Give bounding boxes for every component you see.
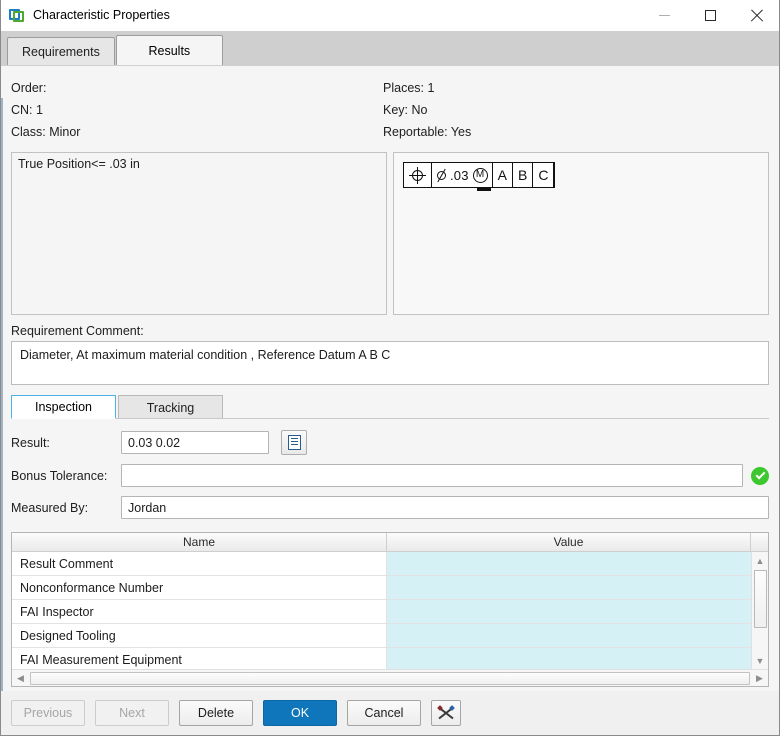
horizontal-scroll-thumb[interactable] xyxy=(30,672,750,685)
tab-inspection[interactable]: Inspection xyxy=(11,395,116,419)
row-value[interactable] xyxy=(387,624,751,647)
requirement-comment-text: Diameter, At maximum material condition … xyxy=(11,341,769,385)
datum-c: C xyxy=(533,163,554,187)
main-tabs: Requirements Results xyxy=(1,31,779,66)
meta-key: Key: No xyxy=(383,99,471,121)
window-title: Characteristic Properties xyxy=(33,8,641,22)
window-controls xyxy=(641,0,779,31)
row-name: FAI Measurement Equipment xyxy=(12,648,387,669)
tab-results[interactable]: Results xyxy=(116,35,223,65)
green-check-icon xyxy=(751,467,769,485)
tolerance-value: .03 xyxy=(450,168,469,183)
row-name: Designed Tooling xyxy=(12,624,387,647)
column-header-name[interactable]: Name xyxy=(12,533,387,551)
scroll-up-icon[interactable]: ▲ xyxy=(752,552,769,569)
meta-column-right: Places: 1 Key: No Reportable: Yes xyxy=(383,77,471,143)
mmc-underline xyxy=(477,188,491,191)
table-row[interactable]: Designed Tooling xyxy=(12,624,751,648)
grid-horizontal-scrollbar[interactable]: ◀ ▶ xyxy=(12,669,768,686)
feature-control-frame: .03 M A B C xyxy=(403,162,555,188)
meta-reportable: Reportable: Yes xyxy=(383,121,471,143)
requirement-row: True Position<= .03 in .03 M A B C xyxy=(11,152,769,315)
meta-class: Class: Minor xyxy=(11,121,383,143)
panel-left-edge xyxy=(1,98,3,691)
row-name: Result Comment xyxy=(12,552,387,575)
row-value[interactable] xyxy=(387,552,751,575)
gdt-preview-box: .03 M A B C xyxy=(393,152,769,315)
grid-header: Name Value xyxy=(12,533,768,552)
measured-by-input[interactable]: Jordan xyxy=(121,496,769,519)
minimize-icon xyxy=(659,15,670,16)
result-label: Result: xyxy=(11,436,121,450)
delete-button[interactable]: Delete xyxy=(179,700,253,726)
cancel-button[interactable]: Cancel xyxy=(347,700,421,726)
datum-a: A xyxy=(493,163,513,187)
measure-tool-button[interactable] xyxy=(431,700,461,726)
grid-rows: Result Comment Nonconformance Number FAI… xyxy=(12,552,751,669)
row-name: Nonconformance Number xyxy=(12,576,387,599)
tolerance-cell: .03 M xyxy=(432,163,493,187)
tab-requirements[interactable]: Requirements xyxy=(7,37,115,65)
next-button[interactable]: Next xyxy=(95,700,169,726)
scroll-right-icon[interactable]: ▶ xyxy=(751,670,768,687)
results-panel: Order: CN: 1 Class: Minor Places: 1 Key:… xyxy=(1,66,779,691)
meta-order: Order: xyxy=(11,77,383,99)
mmc-icon: M xyxy=(473,168,488,183)
table-row[interactable]: Nonconformance Number xyxy=(12,576,751,600)
ok-button[interactable]: OK xyxy=(263,700,337,726)
scroll-left-icon[interactable]: ◀ xyxy=(12,670,29,687)
meta-cn: CN: 1 xyxy=(11,99,383,121)
tab-tracking[interactable]: Tracking xyxy=(118,395,223,419)
row-value[interactable] xyxy=(387,576,751,599)
close-icon xyxy=(750,9,763,22)
result-input[interactable]: 0.03 0.02 xyxy=(121,431,269,454)
meta-column-left: Order: CN: 1 Class: Minor xyxy=(11,77,383,143)
meta-places: Places: 1 xyxy=(383,77,471,99)
detail-tabs: Inspection Tracking xyxy=(11,394,769,419)
measured-by-row: Measured By: Jordan xyxy=(11,496,769,519)
row-value[interactable] xyxy=(387,600,751,623)
maximize-icon xyxy=(705,10,716,21)
bonus-tolerance-row: Bonus Tolerance: xyxy=(11,464,769,487)
requirement-comment-label: Requirement Comment: xyxy=(11,324,769,338)
datum-b: B xyxy=(513,163,533,187)
app-icon xyxy=(9,7,25,23)
result-row: Result: 0.03 0.02 xyxy=(11,430,769,455)
column-header-value[interactable]: Value xyxy=(387,533,751,551)
table-row[interactable]: FAI Measurement Equipment xyxy=(12,648,751,669)
row-value[interactable] xyxy=(387,648,751,669)
maximize-button[interactable] xyxy=(687,0,733,31)
bonus-tolerance-label: Bonus Tolerance: xyxy=(11,469,121,483)
dialog-footer: Previous Next Delete OK Cancel xyxy=(1,691,779,735)
vertical-scroll-thumb[interactable] xyxy=(754,570,767,628)
requirement-text-box: True Position<= .03 in xyxy=(11,152,387,315)
title-bar: Characteristic Properties xyxy=(1,0,779,31)
note-icon xyxy=(288,435,301,450)
minimize-button[interactable] xyxy=(641,0,687,31)
inspection-form: Result: 0.03 0.02 Bonus Tolerance: Measu… xyxy=(11,419,769,528)
grid-vertical-scrollbar[interactable]: ▲ ▼ xyxy=(751,552,768,669)
previous-button[interactable]: Previous xyxy=(11,700,85,726)
table-row[interactable]: FAI Inspector xyxy=(12,600,751,624)
column-header-spacer xyxy=(751,533,768,551)
grid-body: Result Comment Nonconformance Number FAI… xyxy=(12,552,768,669)
measure-tool-icon xyxy=(438,705,454,721)
characteristic-properties-window: Characteristic Properties Requirements R… xyxy=(0,0,780,736)
characteristic-meta: Order: CN: 1 Class: Minor Places: 1 Key:… xyxy=(11,67,769,143)
table-row[interactable]: Result Comment xyxy=(12,552,751,576)
diameter-icon xyxy=(436,169,447,182)
bonus-tolerance-input[interactable] xyxy=(121,464,743,487)
attributes-grid: Name Value Result Comment Nonconformance… xyxy=(11,532,769,687)
result-note-button[interactable] xyxy=(281,430,307,455)
true-position-icon xyxy=(404,163,432,187)
measured-by-label: Measured By: xyxy=(11,501,121,515)
close-button[interactable] xyxy=(733,0,779,31)
row-name: FAI Inspector xyxy=(12,600,387,623)
scroll-down-icon[interactable]: ▼ xyxy=(752,652,769,669)
